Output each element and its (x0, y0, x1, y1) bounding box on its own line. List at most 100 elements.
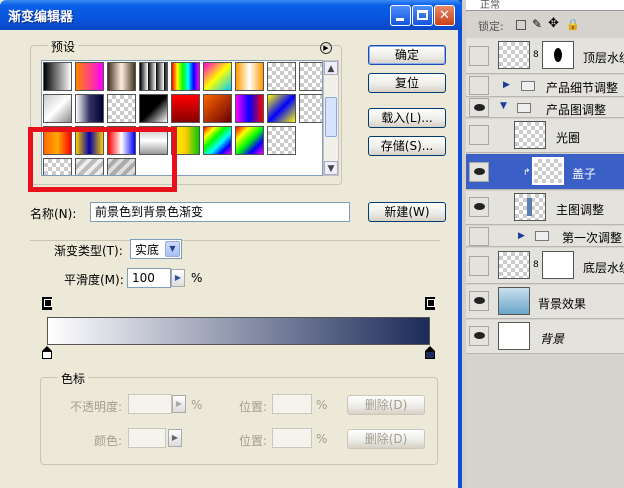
visibility-toggle[interactable] (469, 326, 489, 346)
preset-swatch[interactable] (235, 126, 264, 155)
layer-row[interactable]: 主图调整 (466, 191, 624, 225)
delete-opacity-stop-button[interactable]: 删除(D) (347, 395, 425, 415)
gradient-preview-bar[interactable] (47, 317, 430, 345)
opacity-percent: % (191, 398, 203, 412)
lock-brush-icon[interactable]: ✎ (532, 17, 542, 31)
lock-toolbar: 锁定: ✎ ✥ 🔒 (466, 14, 624, 36)
blend-mode-select[interactable]: 正常 (466, 0, 624, 11)
visibility-toggle[interactable] (469, 162, 489, 182)
layer-name: 盖子 (572, 167, 597, 181)
visibility-toggle[interactable] (469, 98, 489, 117)
lock-transparency-icon[interactable] (516, 20, 526, 30)
layer-row[interactable]: 8 底层水纹 (466, 248, 624, 284)
preset-swatch[interactable] (43, 94, 72, 123)
reset-button[interactable]: 复位 (368, 73, 446, 93)
minimize-button[interactable] (390, 5, 411, 26)
preset-swatch[interactable] (203, 126, 232, 155)
scroll-up-icon[interactable]: ▲ (324, 61, 338, 75)
color-location-input[interactable] (272, 428, 312, 448)
name-label: 名称(N): (30, 207, 77, 221)
color-stop-right[interactable] (425, 346, 435, 359)
preset-swatch[interactable] (203, 94, 232, 123)
preset-swatch[interactable] (299, 94, 322, 123)
color-popup-arrow-icon[interactable]: ▶ (168, 429, 182, 447)
preset-swatch[interactable] (171, 94, 200, 123)
presets-scrollbar[interactable]: ▲ ▼ (323, 60, 339, 176)
maximize-button[interactable] (412, 5, 433, 26)
layer-group-row[interactable]: ▶ 第一次调整 (466, 226, 624, 247)
close-button[interactable]: ✕ (434, 5, 455, 26)
preset-swatch[interactable] (267, 62, 296, 91)
color-stops-label: 色标 (58, 370, 89, 387)
eye-icon (474, 104, 485, 111)
visibility-toggle[interactable] (469, 256, 489, 276)
opacity-popup-arrow-icon[interactable]: ▶ (172, 395, 186, 413)
visibility-toggle[interactable] (469, 125, 489, 145)
name-input[interactable]: 前景色到背景色渐变 (90, 202, 350, 222)
preset-swatch[interactable] (75, 62, 104, 91)
visibility-toggle[interactable] (469, 76, 489, 95)
lock-all-icon[interactable]: 🔒 (566, 18, 580, 31)
layer-row[interactable]: 光圈 (466, 119, 624, 153)
clip-arrow-icon: ↱ (523, 168, 531, 178)
layer-row[interactable]: 背景 (466, 320, 624, 354)
layer-group-row[interactable]: ▶ 产品细节调整 (466, 75, 624, 97)
layer-name: 背景效果 (538, 297, 587, 311)
presets-menu-icon[interactable]: ▶ (320, 42, 332, 54)
collapse-arrow-icon[interactable]: ▼ (500, 101, 507, 111)
layer-mask-thumbnail (542, 41, 574, 69)
folder-icon (521, 81, 535, 91)
new-button[interactable]: 新建(W) (368, 202, 446, 222)
expand-arrow-icon[interactable]: ▶ (503, 80, 510, 90)
title-bar[interactable]: 渐变编辑器 ✕ (0, 0, 462, 30)
layer-name: 产品细节调整 (546, 81, 619, 95)
preset-swatch[interactable] (203, 62, 232, 91)
load-button[interactable]: 载入(L)... (368, 108, 446, 128)
layer-thumbnail (498, 41, 530, 69)
visibility-toggle[interactable] (469, 227, 489, 246)
visibility-toggle[interactable] (469, 291, 489, 311)
layer-row[interactable]: 背景效果 (466, 285, 624, 319)
gradient-type-select[interactable]: 实底 ▼ (130, 239, 182, 259)
ok-button[interactable]: 确定 (368, 45, 446, 65)
gradient-type-label: 渐变类型(T): (54, 244, 123, 258)
layer-group-row[interactable]: ▼ 产品图调整 (466, 98, 624, 118)
save-button[interactable]: 存储(S)... (368, 136, 446, 156)
preset-swatch[interactable] (43, 62, 72, 91)
preset-swatch[interactable] (171, 62, 200, 91)
visibility-toggle[interactable] (469, 197, 489, 217)
smoothness-popup-arrow-icon[interactable]: ▶ (171, 269, 185, 287)
opacity-label: 不透明度: (70, 400, 123, 414)
scroll-thumb[interactable] (325, 97, 337, 137)
preset-swatch[interactable] (235, 94, 264, 123)
opacity-input[interactable] (128, 394, 172, 414)
preset-swatch[interactable] (299, 62, 322, 91)
layer-row-selected[interactable]: ↱ 盖子 (466, 154, 624, 190)
layer-name: 顶层水纹 (583, 51, 624, 65)
maximize-icon (417, 10, 428, 20)
layer-row[interactable]: 8 顶层水纹 (466, 38, 624, 74)
layer-name: 产品图调整 (546, 103, 607, 117)
color-stop-left[interactable] (42, 346, 52, 359)
highlight-annotation-box (28, 127, 177, 192)
preset-swatch[interactable] (139, 62, 168, 91)
delete-color-stop-button[interactable]: 删除(D) (347, 429, 425, 449)
preset-swatch[interactable] (139, 94, 168, 123)
opacity-location-input[interactable] (272, 394, 312, 414)
opacity-stop-left[interactable] (42, 297, 52, 310)
preset-swatch[interactable] (107, 94, 136, 123)
color-swatch-field[interactable] (128, 428, 166, 448)
smoothness-input[interactable]: 100 (127, 268, 171, 288)
visibility-toggle[interactable] (469, 46, 489, 66)
preset-swatch[interactable] (267, 126, 296, 155)
folder-icon (535, 231, 549, 241)
preset-swatch[interactable] (107, 62, 136, 91)
scroll-down-icon[interactable]: ▼ (324, 161, 338, 175)
expand-arrow-icon[interactable]: ▶ (518, 231, 525, 241)
preset-swatch[interactable] (267, 94, 296, 123)
opacity-stop-right[interactable] (425, 297, 435, 310)
preset-swatch[interactable] (75, 94, 104, 123)
lock-move-icon[interactable]: ✥ (548, 16, 559, 31)
preset-swatch[interactable] (235, 62, 264, 91)
layer-thumbnail (498, 251, 530, 279)
